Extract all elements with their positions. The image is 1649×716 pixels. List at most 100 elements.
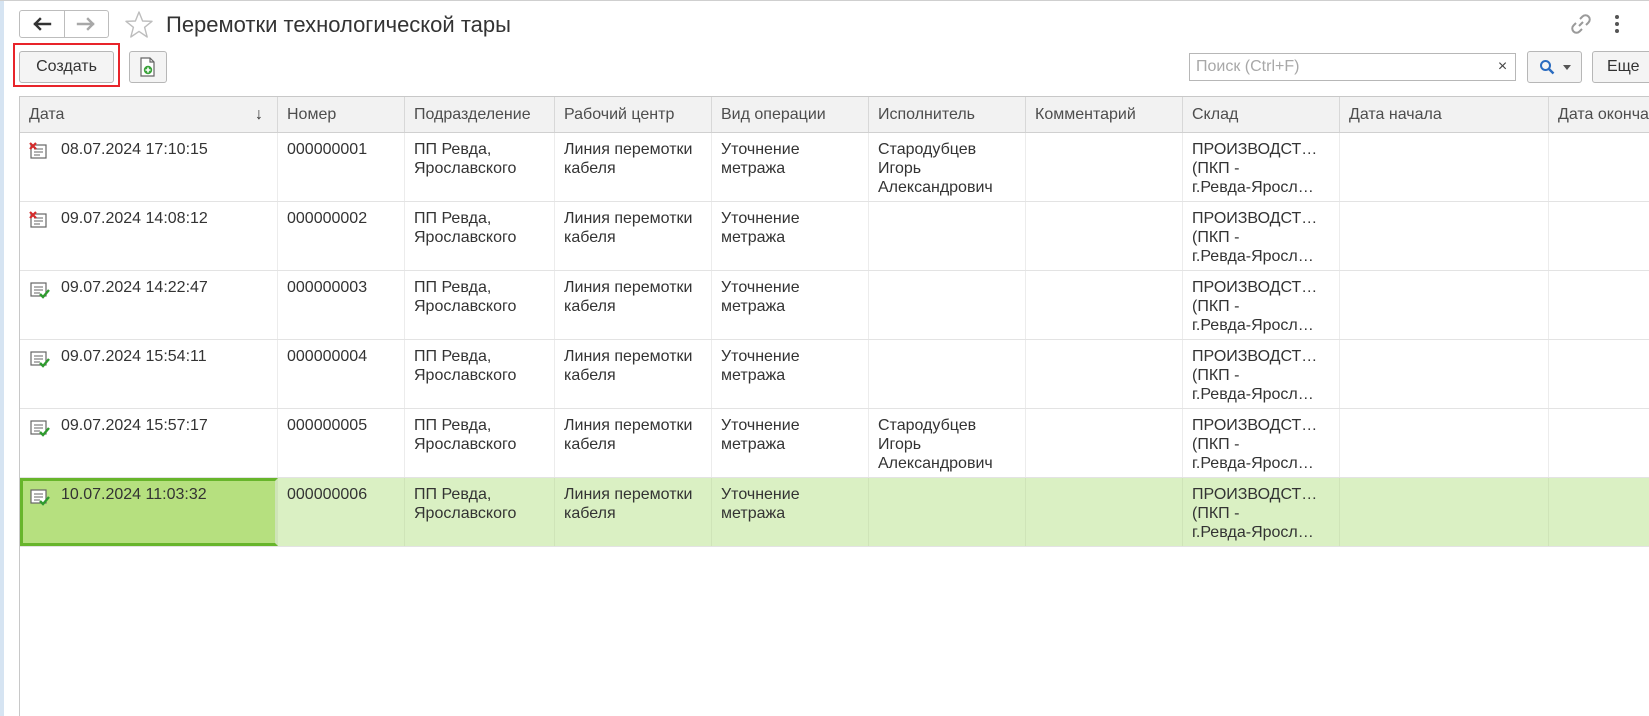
cell-date[interactable]: 09.07.2024 14:22:47 — [20, 271, 278, 339]
cell-executor[interactable] — [869, 478, 1026, 546]
cell-number[interactable]: 000000004 — [278, 340, 405, 408]
cell-number[interactable]: 000000003 — [278, 271, 405, 339]
cell-work-center[interactable]: Линия перемотки кабеля — [555, 271, 712, 339]
cell-warehouse[interactable]: ПРОИЗВОДСТ… (ПКП - г.Ревда-Яросл… — [1183, 133, 1340, 201]
cell-comment[interactable] — [1026, 271, 1183, 339]
cell-operation[interactable]: Уточнение метража — [712, 478, 869, 546]
cell-start-date[interactable] — [1340, 133, 1549, 201]
cell-comment[interactable] — [1026, 133, 1183, 201]
column-header-number[interactable]: Номер — [278, 97, 405, 132]
clear-search-button[interactable]: × — [1490, 53, 1516, 81]
cell-division[interactable]: ПП Ревда, Ярославского — [405, 271, 555, 339]
cell-executor[interactable] — [869, 202, 1026, 270]
cell-warehouse[interactable]: ПРОИЗВОДСТ… (ПКП - г.Ревда-Яросл… — [1183, 271, 1340, 339]
cell-end-date[interactable] — [1549, 271, 1649, 339]
cell-division[interactable]: ПП Ревда, Ярославского — [405, 409, 555, 477]
table-row[interactable]: 10.07.2024 11:03:32 000000006 ПП Ревда, Яро… — [20, 478, 1649, 547]
cell-start-date[interactable] — [1340, 340, 1549, 408]
cell-executor[interactable]: Стародубцев Игорь Александрович — [869, 133, 1026, 201]
cell-text-line: Уточнение — [721, 279, 800, 296]
column-header-executor[interactable]: Исполнитель — [869, 97, 1026, 132]
cell-start-date[interactable] — [1340, 409, 1549, 477]
cell-warehouse[interactable]: ПРОИЗВОДСТ… (ПКП - г.Ревда-Яросл… — [1183, 478, 1340, 546]
back-button[interactable] — [20, 11, 64, 37]
star-icon[interactable] — [124, 10, 154, 40]
cell-division[interactable]: ПП Ревда, Ярославского — [405, 133, 555, 201]
link-icon[interactable] — [1569, 12, 1593, 36]
column-header-date[interactable]: Дата ↓ — [20, 97, 278, 132]
cell-comment[interactable] — [1026, 340, 1183, 408]
cell-end-date[interactable] — [1549, 409, 1649, 477]
search-options-button[interactable] — [1527, 51, 1582, 83]
cell-text: 000000005 — [287, 417, 368, 434]
cell-executor[interactable] — [869, 340, 1026, 408]
more-button[interactable]: Еще — [1592, 51, 1649, 83]
table-row[interactable]: 09.07.2024 15:54:11 000000004 ПП Ревда, Яро… — [20, 340, 1649, 409]
table-row[interactable]: 09.07.2024 14:22:47 000000003 ПП Ревда, Яро… — [20, 271, 1649, 340]
document-posted-icon — [30, 420, 50, 437]
cell-division[interactable]: ПП Ревда, Ярославского — [405, 478, 555, 546]
cell-text-line: ПП Ревда, — [414, 486, 492, 503]
cell-work-center[interactable]: Линия перемотки кабеля — [555, 478, 712, 546]
cell-end-date[interactable] — [1549, 202, 1649, 270]
add-copy-button[interactable] — [129, 51, 167, 83]
cell-warehouse[interactable]: ПРОИЗВОДСТ… (ПКП - г.Ревда-Яросл… — [1183, 409, 1340, 477]
cell-number[interactable]: 000000002 — [278, 202, 405, 270]
cell-date[interactable]: 10.07.2024 11:03:32 — [20, 478, 278, 546]
vertical-dots-icon[interactable] — [1610, 12, 1624, 36]
cell-number[interactable]: 000000001 — [278, 133, 405, 201]
cell-date[interactable]: 08.07.2024 17:10:15 — [20, 133, 278, 201]
column-header-work-center[interactable]: Рабочий центр — [555, 97, 712, 132]
cell-end-date[interactable] — [1549, 340, 1649, 408]
table-row[interactable]: 09.07.2024 14:08:12 000000002 ПП Ревда, Яро… — [20, 202, 1649, 271]
cell-text-line: метража — [721, 367, 786, 384]
cell-end-date[interactable] — [1549, 478, 1649, 546]
cell-number[interactable]: 000000005 — [278, 409, 405, 477]
cell-text-line: ПРОИЗВОДСТ… — [1192, 417, 1318, 434]
cell-warehouse[interactable]: ПРОИЗВОДСТ… (ПКП - г.Ревда-Яросл… — [1183, 340, 1340, 408]
column-header-comment[interactable]: Комментарий — [1026, 97, 1183, 132]
cell-division[interactable]: ПП Ревда, Ярославского — [405, 202, 555, 270]
cell-warehouse[interactable]: ПРОИЗВОДСТ… (ПКП - г.Ревда-Яросл… — [1183, 202, 1340, 270]
cell-end-date[interactable] — [1549, 133, 1649, 201]
cell-date[interactable]: 09.07.2024 15:54:11 — [20, 340, 278, 408]
cell-start-date[interactable] — [1340, 271, 1549, 339]
cell-start-date[interactable] — [1340, 478, 1549, 546]
cell-start-date[interactable] — [1340, 202, 1549, 270]
cell-text-line: Уточнение — [721, 141, 800, 158]
forward-button[interactable] — [63, 11, 109, 37]
column-header-warehouse[interactable]: Склад — [1183, 97, 1340, 132]
search-input[interactable] — [1189, 53, 1491, 81]
cell-text: 000000002 — [287, 210, 368, 227]
cell-text-line: Уточнение — [721, 417, 800, 434]
cell-text: 08.07.2024 17:10:15 — [61, 141, 208, 158]
cell-operation[interactable]: Уточнение метража — [712, 409, 869, 477]
cell-number[interactable]: 000000006 — [278, 478, 405, 546]
column-header-start-date[interactable]: Дата начала — [1340, 97, 1549, 132]
cell-text-line: Ярославского — [414, 229, 517, 246]
table-row[interactable]: 09.07.2024 15:57:17 000000005 ПП Ревда, Яро… — [20, 409, 1649, 478]
cell-comment[interactable] — [1026, 202, 1183, 270]
cell-work-center[interactable]: Линия перемотки кабеля — [555, 133, 712, 201]
cell-work-center[interactable]: Линия перемотки кабеля — [555, 409, 712, 477]
cell-comment[interactable] — [1026, 409, 1183, 477]
create-button[interactable]: Создать — [19, 51, 114, 83]
cell-operation[interactable]: Уточнение метража — [712, 271, 869, 339]
cell-operation[interactable]: Уточнение метража — [712, 133, 869, 201]
cell-executor[interactable]: Стародубцев Игорь Александрович — [869, 409, 1026, 477]
column-header-division[interactable]: Подразделение — [405, 97, 555, 132]
cell-operation[interactable]: Уточнение метража — [712, 340, 869, 408]
table-row[interactable]: 08.07.2024 17:10:15 000000001 ПП Ревда, Яро… — [20, 133, 1649, 202]
column-header-end-date[interactable]: Дата окончания — [1549, 97, 1649, 132]
cell-work-center[interactable]: Линия перемотки кабеля — [555, 340, 712, 408]
cell-text-line: Линия перемотки — [564, 348, 693, 365]
cell-executor[interactable] — [869, 271, 1026, 339]
cell-work-center[interactable]: Линия перемотки кабеля — [555, 202, 712, 270]
cell-date[interactable]: 09.07.2024 14:08:12 — [20, 202, 278, 270]
cell-text-line: Ярославского — [414, 298, 517, 315]
column-header-operation[interactable]: Вид операции — [712, 97, 869, 132]
cell-comment[interactable] — [1026, 478, 1183, 546]
cell-operation[interactable]: Уточнение метража — [712, 202, 869, 270]
cell-division[interactable]: ПП Ревда, Ярославского — [405, 340, 555, 408]
cell-date[interactable]: 09.07.2024 15:57:17 — [20, 409, 278, 477]
